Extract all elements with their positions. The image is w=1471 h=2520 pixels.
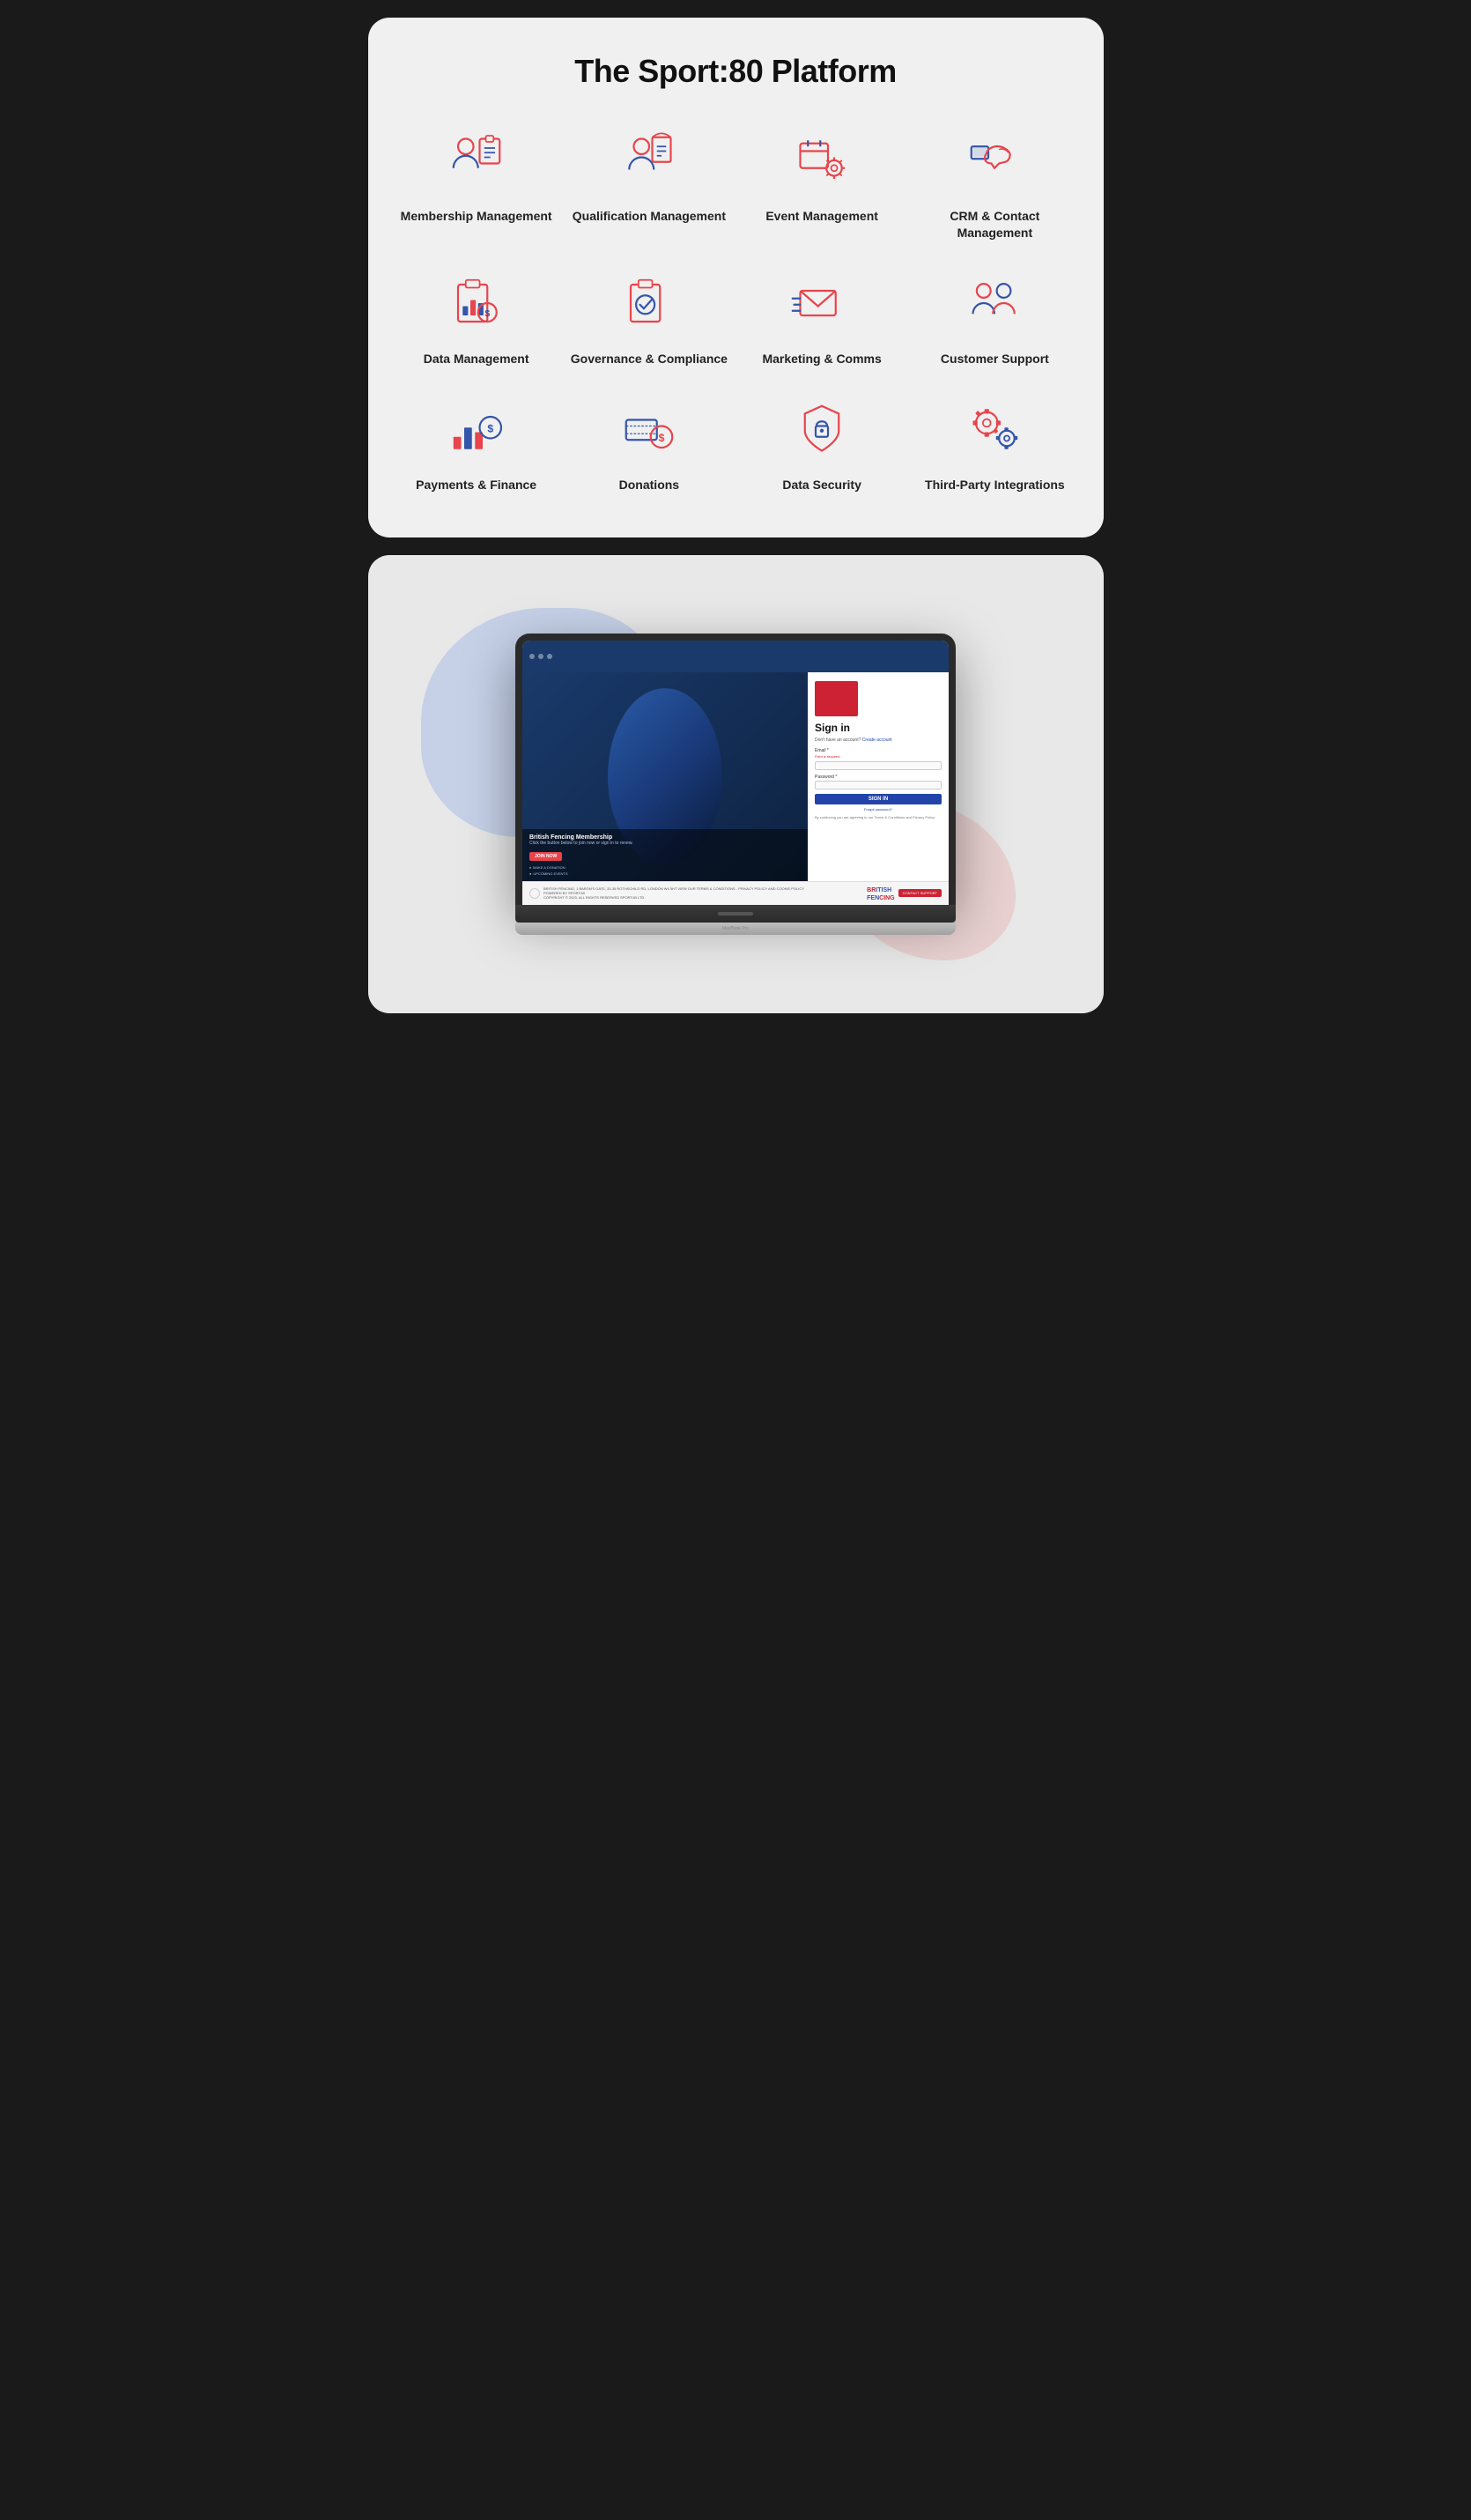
platform-card: The Sport:80 Platform Membership Managem…: [368, 18, 1104, 537]
integrations-icon: [959, 394, 1030, 464]
donation-link[interactable]: MAKE A DONATION: [533, 865, 565, 870]
features-grid: Membership Management Qualification Mana…: [395, 125, 1077, 493]
marketing-label: Marketing & Comms: [762, 351, 881, 367]
create-account-link[interactable]: Create account: [862, 737, 892, 743]
password-label: Password *: [815, 775, 942, 780]
support-icon: [959, 268, 1030, 338]
feature-payments[interactable]: $ Payments & Finance: [395, 394, 558, 493]
support-label: Customer Support: [941, 351, 1049, 367]
qualification-label: Qualification Management: [573, 208, 726, 225]
site-footer: BRITISH FENCING, 1 BARON'S GATE, 33-35 R…: [522, 881, 949, 905]
events-link[interactable]: UPCOMING EVENTS: [533, 871, 567, 876]
feature-governance[interactable]: Governance & Compliance: [567, 268, 731, 367]
site-left-panel: British Fencing Membership Click the but…: [522, 672, 808, 881]
marketing-icon: [787, 268, 857, 338]
feature-marketing[interactable]: Marketing & Comms: [740, 268, 904, 367]
signin-button[interactable]: SIGN IN: [815, 794, 942, 804]
signin-subtext: Don't have an account? Create account: [815, 737, 942, 743]
membership-label: Membership Management: [401, 208, 552, 225]
event-label: Event Management: [765, 208, 878, 225]
feature-crm[interactable]: CRM & Contact Management: [913, 125, 1076, 241]
donations-icon: $: [614, 394, 684, 464]
laptop-base: MacBook Pro: [515, 923, 956, 935]
forgot-password-link[interactable]: Forgot password?: [815, 807, 942, 812]
password-input[interactable]: [815, 781, 942, 789]
join-now-button[interactable]: JOIN NOW: [529, 852, 562, 861]
laptop-brand: MacBook Pro: [722, 926, 749, 931]
terms-text: By continuing you are agreeing to our Te…: [815, 815, 942, 820]
site-main-content: British Fencing Membership Click the but…: [522, 672, 949, 881]
feature-membership[interactable]: Membership Management: [395, 125, 558, 241]
feature-support[interactable]: Customer Support: [913, 268, 1076, 367]
security-icon: [787, 394, 857, 464]
donations-label: Donations: [619, 477, 679, 493]
website-mockup: British Fencing Membership Click the but…: [522, 641, 949, 905]
data-mgmt-icon: $: [441, 268, 512, 338]
governance-icon: [614, 268, 684, 338]
email-label: Email *: [815, 748, 942, 753]
feature-data-mgmt[interactable]: $ Data Management: [395, 268, 558, 367]
event-icon: [787, 125, 857, 196]
signin-heading: Sign in: [815, 722, 942, 734]
nav-dot-1: [529, 654, 535, 659]
feature-qualification[interactable]: Qualification Management: [567, 125, 731, 241]
integrations-label: Third-Party Integrations: [925, 477, 1065, 493]
nav-dot-3: [547, 654, 552, 659]
data-mgmt-label: Data Management: [424, 351, 529, 367]
feature-security[interactable]: Data Security: [740, 394, 904, 493]
feature-event[interactable]: Event Management: [740, 125, 904, 241]
svg-text:$: $: [658, 432, 664, 444]
brand-top: BRITISHFENCING: [818, 687, 854, 712]
security-label: Data Security: [782, 477, 861, 493]
svg-text:$: $: [484, 308, 490, 319]
nav-dot-2: [538, 654, 543, 659]
crm-label: CRM & Contact Management: [913, 208, 1076, 241]
laptop-showcase-card: British Fencing Membership Click the but…: [368, 555, 1104, 1013]
governance-label: Governance & Compliance: [571, 351, 728, 367]
feature-integrations[interactable]: Third-Party Integrations: [913, 394, 1076, 493]
site-nav-bar: [522, 641, 949, 672]
qualification-icon: [614, 125, 684, 196]
footer-address: BRITISH FENCING, 1 BARON'S GATE, 33-35 R…: [543, 886, 867, 900]
laptop-hinge: [515, 905, 956, 923]
membership-icon: [441, 125, 512, 196]
laptop-screen-outer: British Fencing Membership Click the but…: [515, 634, 956, 905]
nav-dots: [529, 654, 552, 659]
membership-subtitle: Click the button below to join now or si…: [529, 841, 801, 846]
platform-title: The Sport:80 Platform: [395, 53, 1077, 90]
footer-brand: BRITISH FENCING: [867, 886, 895, 901]
laptop-screen-inner: British Fencing Membership Click the but…: [522, 641, 949, 905]
sign-in-panel: BRITISHFENCING Sign in Don't have an acc…: [808, 672, 949, 881]
contact-support-btn[interactable]: CONTACT SUPPORT: [898, 889, 942, 897]
membership-panel: British Fencing Membership Click the but…: [522, 829, 808, 881]
membership-title: British Fencing Membership: [529, 834, 801, 841]
email-input[interactable]: [815, 761, 942, 770]
payments-label: Payments & Finance: [416, 477, 536, 493]
crm-icon: [959, 125, 1030, 196]
email-error: Field is required: [815, 754, 942, 759]
brand-logo: BRITISHFENCING: [815, 681, 942, 716]
laptop-mockup: British Fencing Membership Click the but…: [515, 634, 956, 935]
feature-donations[interactable]: $ Donations: [567, 394, 731, 493]
svg-text:$: $: [487, 422, 493, 434]
payments-icon: $: [441, 394, 512, 464]
